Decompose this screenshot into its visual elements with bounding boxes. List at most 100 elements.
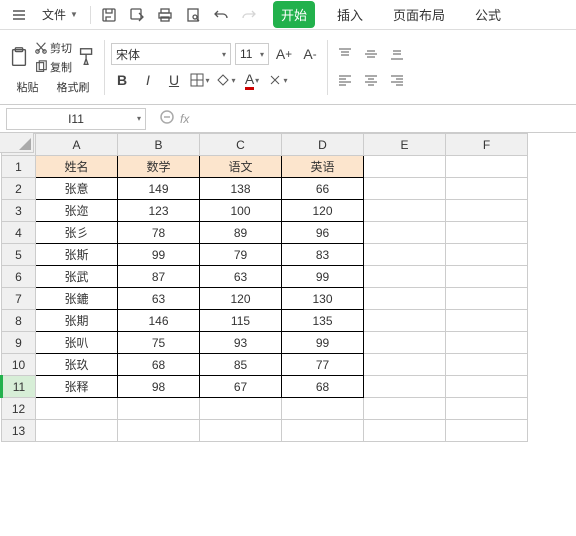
cell-A7[interactable]: 张鏕 <box>36 288 118 310</box>
row-head-12[interactable]: 12 <box>2 398 36 420</box>
cell-F13[interactable] <box>446 420 528 442</box>
bold-button[interactable]: B <box>111 69 133 91</box>
file-menu[interactable]: 文件▼ <box>36 4 84 25</box>
name-box[interactable]: I11▾ <box>6 108 146 130</box>
preview-icon[interactable] <box>181 3 205 27</box>
cell-B12[interactable] <box>118 398 200 420</box>
cell-C1[interactable]: 语文 <box>200 156 282 178</box>
cell-E2[interactable] <box>364 178 446 200</box>
row-head-10[interactable]: 10 <box>2 354 36 376</box>
row-head-3[interactable]: 3 <box>2 200 36 222</box>
cell-C6[interactable]: 63 <box>200 266 282 288</box>
cell-E1[interactable] <box>364 156 446 178</box>
cell-C8[interactable]: 115 <box>200 310 282 332</box>
cell-F8[interactable] <box>446 310 528 332</box>
select-all-corner[interactable] <box>0 133 34 153</box>
cell-D6[interactable]: 99 <box>282 266 364 288</box>
cell-A8[interactable]: 张期 <box>36 310 118 332</box>
cell-A6[interactable]: 张武 <box>36 266 118 288</box>
cell-F9[interactable] <box>446 332 528 354</box>
cell-D2[interactable]: 66 <box>282 178 364 200</box>
format-painter-button[interactable] <box>76 46 98 68</box>
cell-B6[interactable]: 87 <box>118 266 200 288</box>
cell-B9[interactable]: 75 <box>118 332 200 354</box>
cell-E7[interactable] <box>364 288 446 310</box>
cell-C2[interactable]: 138 <box>200 178 282 200</box>
cell-D10[interactable]: 77 <box>282 354 364 376</box>
cell-C4[interactable]: 89 <box>200 222 282 244</box>
cell-E3[interactable] <box>364 200 446 222</box>
cell-A5[interactable]: 张斯 <box>36 244 118 266</box>
col-head-A[interactable]: A <box>36 134 118 156</box>
cell-C9[interactable]: 93 <box>200 332 282 354</box>
tab-insert[interactable]: 插入 <box>329 1 371 28</box>
col-head-D[interactable]: D <box>282 134 364 156</box>
cell-E8[interactable] <box>364 310 446 332</box>
underline-button[interactable]: U <box>163 69 185 91</box>
font-size-select[interactable]: 11▾ <box>235 43 269 65</box>
cell-B4[interactable]: 78 <box>118 222 200 244</box>
cell-D1[interactable]: 英语 <box>282 156 364 178</box>
cell-B11[interactable]: 98 <box>118 376 200 398</box>
cell-A10[interactable]: 张玖 <box>36 354 118 376</box>
save-icon[interactable] <box>97 3 121 27</box>
cell-C5[interactable]: 79 <box>200 244 282 266</box>
copy-button[interactable]: 复制 <box>34 59 72 75</box>
cell-F4[interactable] <box>446 222 528 244</box>
cell-E6[interactable] <box>364 266 446 288</box>
row-head-5[interactable]: 5 <box>2 244 36 266</box>
align-right-icon[interactable] <box>386 69 408 91</box>
align-middle-icon[interactable] <box>360 43 382 65</box>
cell-E13[interactable] <box>364 420 446 442</box>
cell-A9[interactable]: 张叭 <box>36 332 118 354</box>
font-name-select[interactable]: 宋体▾ <box>111 43 231 65</box>
font-color-button[interactable]: A▾ <box>241 69 263 91</box>
cell-C13[interactable] <box>200 420 282 442</box>
align-top-icon[interactable] <box>334 43 356 65</box>
cell-D8[interactable]: 135 <box>282 310 364 332</box>
cell-E4[interactable] <box>364 222 446 244</box>
cell-F5[interactable] <box>446 244 528 266</box>
cell-D12[interactable] <box>282 398 364 420</box>
cell-B1[interactable]: 数学 <box>118 156 200 178</box>
cell-C11[interactable]: 67 <box>200 376 282 398</box>
cell-A11[interactable]: 张释 <box>36 376 118 398</box>
row-head-11[interactable]: 11 <box>2 376 36 398</box>
cell-F11[interactable] <box>446 376 528 398</box>
cell-F12[interactable] <box>446 398 528 420</box>
cell-A2[interactable]: 张意 <box>36 178 118 200</box>
tab-formula[interactable]: 公式 <box>467 1 509 28</box>
font-grow-icon[interactable]: A+ <box>273 43 295 65</box>
row-head-7[interactable]: 7 <box>2 288 36 310</box>
cell-B7[interactable]: 63 <box>118 288 200 310</box>
italic-button[interactable]: I <box>137 69 159 91</box>
cell-F1[interactable] <box>446 156 528 178</box>
cell-F6[interactable] <box>446 266 528 288</box>
cell-F10[interactable] <box>446 354 528 376</box>
row-head-9[interactable]: 9 <box>2 332 36 354</box>
row-head-8[interactable]: 8 <box>2 310 36 332</box>
cell-E5[interactable] <box>364 244 446 266</box>
cell-D13[interactable] <box>282 420 364 442</box>
saveas-icon[interactable] <box>125 3 149 27</box>
print-icon[interactable] <box>153 3 177 27</box>
tab-layout[interactable]: 页面布局 <box>385 1 453 28</box>
cell-D5[interactable]: 83 <box>282 244 364 266</box>
row-head-4[interactable]: 4 <box>2 222 36 244</box>
spreadsheet-grid[interactable]: ABCDEF1姓名数学语文英语2张意149138663张迩1231001204张… <box>0 133 528 442</box>
app-menu-icon[interactable] <box>6 6 32 24</box>
cell-F7[interactable] <box>446 288 528 310</box>
cell-E11[interactable] <box>364 376 446 398</box>
paste-label[interactable]: 粘贴 <box>17 79 39 95</box>
cell-A13[interactable] <box>36 420 118 442</box>
cell-E12[interactable] <box>364 398 446 420</box>
fill-color-button[interactable]: ▾ <box>215 69 237 91</box>
cell-B10[interactable]: 68 <box>118 354 200 376</box>
cell-D11[interactable]: 68 <box>282 376 364 398</box>
align-bottom-icon[interactable] <box>386 43 408 65</box>
cell-D9[interactable]: 99 <box>282 332 364 354</box>
cell-B3[interactable]: 123 <box>118 200 200 222</box>
tab-start[interactable]: 开始 <box>273 1 315 28</box>
col-head-E[interactable]: E <box>364 134 446 156</box>
paste-button[interactable] <box>8 46 30 68</box>
